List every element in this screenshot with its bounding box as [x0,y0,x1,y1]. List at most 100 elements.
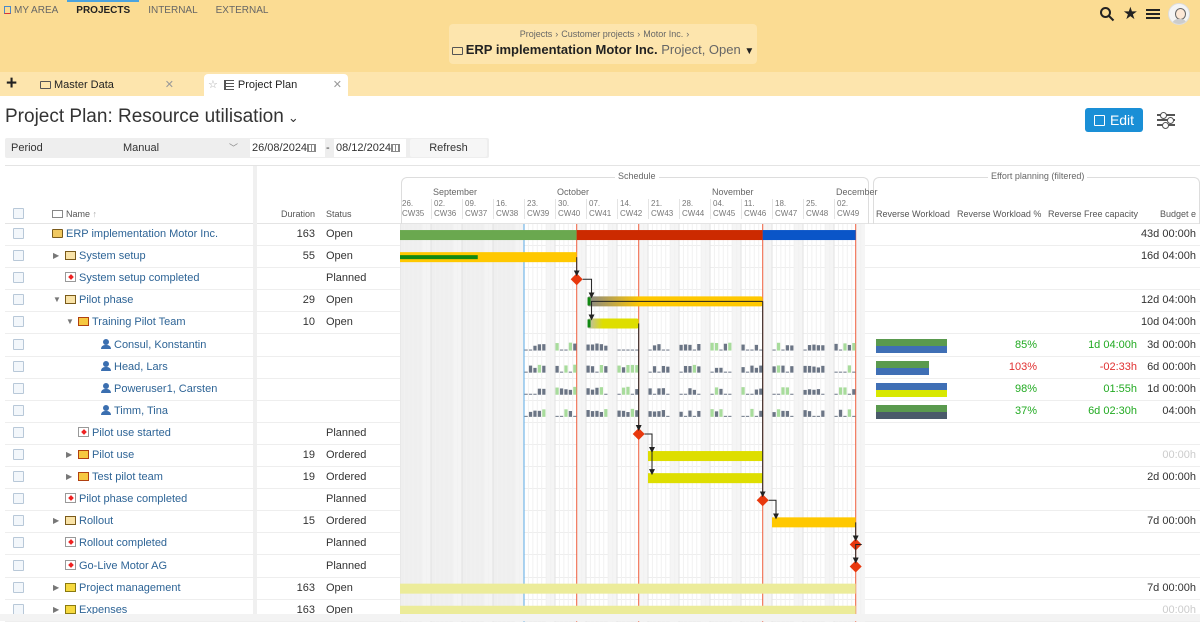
row-name[interactable]: ERP implementation Motor Inc. [52,224,218,244]
nav-my-area[interactable]: MY AREA [4,0,67,22]
row-checkbox[interactable] [13,449,24,460]
utilisation-bar [785,371,790,373]
row-name[interactable]: Training Pilot Team [78,312,186,332]
star-icon[interactable]: ★ [1123,4,1138,24]
expand-right-icon[interactable]: ▶ [66,467,72,487]
expand-right-icon[interactable]: ▶ [53,246,59,266]
row-checkbox[interactable] [13,338,24,350]
calendar-icon[interactable] [391,144,401,152]
row-checkbox[interactable] [13,537,24,549]
utilisation-bar [626,386,630,395]
row-checkbox[interactable] [13,471,24,483]
column-header-duration[interactable]: Duration [281,209,315,219]
edit-button[interactable]: Edit [1085,108,1143,132]
expand-right-icon[interactable]: ▶ [66,445,72,465]
pin-icon[interactable]: ☆ [208,74,218,96]
row-checkbox[interactable] [13,360,24,372]
column-header-status[interactable]: Status [326,209,352,219]
row-name[interactable]: Project management [65,578,181,598]
date-to-field[interactable]: 08/12/2024 [334,139,406,157]
utilisation-bar [688,344,692,351]
period-mode-select[interactable]: Manual ﹀ [123,138,248,158]
settings-sliders-icon[interactable] [1157,111,1175,129]
column-header-budget[interactable]: Budget e [1160,209,1196,219]
row-name[interactable]: Consul, Konstantin [101,335,206,355]
nav-projects[interactable]: PROJECTS [67,0,140,22]
add-tab-button[interactable]: + [6,73,17,95]
menu-icon[interactable] [1146,7,1160,21]
utilisation-bar [714,411,719,417]
column-header-name[interactable]: Name ↑ [52,209,97,219]
row-name[interactable]: System setup [65,246,146,266]
column-header-reverse-workload[interactable]: Reverse Workload [876,209,950,219]
row-duration: 15 [302,515,315,528]
utilisation-bar [599,411,604,417]
row-name[interactable]: Test pilot team [78,467,163,487]
utilisation-bar [750,365,754,373]
utilisation-bar [595,343,599,351]
select-all-checkbox[interactable] [13,208,24,219]
row-checkbox[interactable] [13,515,24,527]
search-icon[interactable] [1099,6,1115,22]
column-header-reverse-free-capacity[interactable]: Reverse Free capacity [1048,209,1138,219]
row-name[interactable]: Pilot use started [78,423,171,443]
row-checkbox[interactable] [13,316,24,328]
row-name[interactable]: Poweruser1, Carsten [101,379,217,399]
row-checkbox[interactable] [13,426,24,438]
row-checkbox[interactable] [13,404,24,416]
breadcrumb-item[interactable]: Projects [520,29,553,39]
row-name[interactable]: Rollout completed [65,533,167,553]
row-name[interactable]: Pilot phase completed [65,489,187,509]
row-checkbox[interactable] [13,272,24,284]
expand-right-icon[interactable]: ▶ [53,578,59,598]
row-checkbox[interactable] [13,493,24,505]
row-name[interactable]: Go-Live Motor AG [65,556,167,576]
column-header-reverse-workload-pct[interactable]: Reverse Workload % [957,209,1041,219]
date-from-field[interactable]: 26/08/2024 [250,139,325,157]
row-name[interactable]: System setup completed [65,268,199,288]
utilisation-bar [745,393,750,395]
nav-internal[interactable]: INTERNAL [139,0,206,22]
refresh-button[interactable]: Refresh [410,139,487,157]
tab-master-data[interactable]: Master Data ✕ [40,74,180,96]
row-checkbox[interactable] [13,294,24,306]
row-name[interactable]: Pilot use [78,445,134,465]
budget-effort: 3d 00:00h [1147,338,1196,351]
utilisation-bar [803,389,807,395]
utilisation-bar [524,415,528,417]
utilisation-bar [710,342,714,351]
utilisation-bar [781,365,785,373]
nav-external[interactable]: EXTERNAL [207,0,278,22]
row-name[interactable]: Pilot phase [65,290,133,310]
utilisation-bar [621,387,626,395]
close-icon[interactable]: ✕ [333,74,342,96]
user-avatar[interactable] [1168,3,1190,25]
utilisation-bar [834,371,838,373]
row-name[interactable]: Rollout [65,511,113,531]
row-checkbox[interactable] [13,559,24,571]
row-checkbox[interactable] [13,250,24,262]
close-icon[interactable]: ✕ [165,74,174,96]
row-duration: 163 [296,581,315,594]
calendar-icon[interactable] [307,144,317,152]
row-checkbox[interactable] [13,228,24,239]
tab-project-plan[interactable]: ☆ Project Plan ✕ [204,74,348,96]
row-name[interactable]: Timm, Tina [101,401,168,421]
utilisation-bar [568,389,573,395]
budget-effort: 04:00h [1162,404,1196,417]
row-checkbox[interactable] [13,382,24,394]
page-title[interactable]: Project Plan: Resource utilisation ⌄ [5,106,299,128]
budget-effort: 43d 00:00h [1140,228,1196,240]
row-checkbox[interactable] [13,581,24,593]
breadcrumb-item[interactable]: Customer projects [561,29,634,39]
expand-down-icon[interactable]: ▼ [66,312,74,332]
row-name[interactable]: Head, Lars [101,357,168,377]
timeline-week-label: 23. CW39 [524,199,549,219]
timeline-week-label: 16. CW38 [493,199,518,219]
breadcrumb-item[interactable]: Motor Inc. [643,29,683,39]
expand-down-icon[interactable]: ▼ [53,290,61,310]
person-icon [101,382,111,393]
project-title[interactable]: ERP implementation Motor Inc. Project, O… [449,42,757,57]
expand-right-icon[interactable]: ▶ [53,511,59,531]
utilisation-bar [776,342,781,351]
